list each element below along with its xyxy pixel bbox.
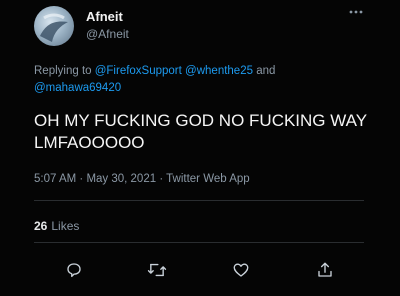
share-icon[interactable] (314, 259, 336, 281)
replying-to-line: Replying to @FirefoxSupport @whenthe25 a… (34, 63, 364, 97)
replying-prefix: Replying to (34, 65, 95, 77)
likes-label: Likes (51, 219, 80, 233)
divider (34, 200, 364, 201)
avatar-image (40, 13, 68, 42)
more-icon[interactable] (349, 6, 363, 20)
retweet-icon[interactable] (146, 259, 168, 281)
like-icon[interactable] (230, 259, 252, 281)
tweet-client[interactable]: Twitter Web App (166, 173, 250, 185)
mention-link[interactable]: @FirefoxSupport (95, 65, 182, 77)
meta-separator: · (156, 173, 167, 185)
display-name[interactable]: Afneit (86, 9, 123, 24)
avatar[interactable] (34, 6, 74, 46)
tweet-date[interactable]: May 30, 2021 (86, 173, 156, 185)
replying-conjunction: and (253, 65, 276, 77)
meta-separator: · (76, 173, 87, 185)
tweet-text: OH MY FUCKING GOD NO FUCKING WAY LMFAOOO… (34, 111, 367, 152)
user-handle[interactable]: @Afneit (86, 27, 129, 41)
mention-link[interactable]: @whenthe25 (185, 65, 253, 77)
divider (34, 242, 364, 243)
tweet-meta: 5:07 AM · May 30, 2021 · Twitter Web App (34, 173, 250, 185)
reply-icon[interactable] (63, 259, 85, 281)
mention-link[interactable]: @mahawa69420 (34, 82, 121, 94)
likes-count: 26 (34, 219, 48, 233)
likes-stat[interactable]: 26 Likes (34, 219, 79, 233)
tweet-card: Afneit @Afneit Replying to @FirefoxSuppo… (0, 0, 400, 296)
tweet-time[interactable]: 5:07 AM (34, 173, 76, 185)
